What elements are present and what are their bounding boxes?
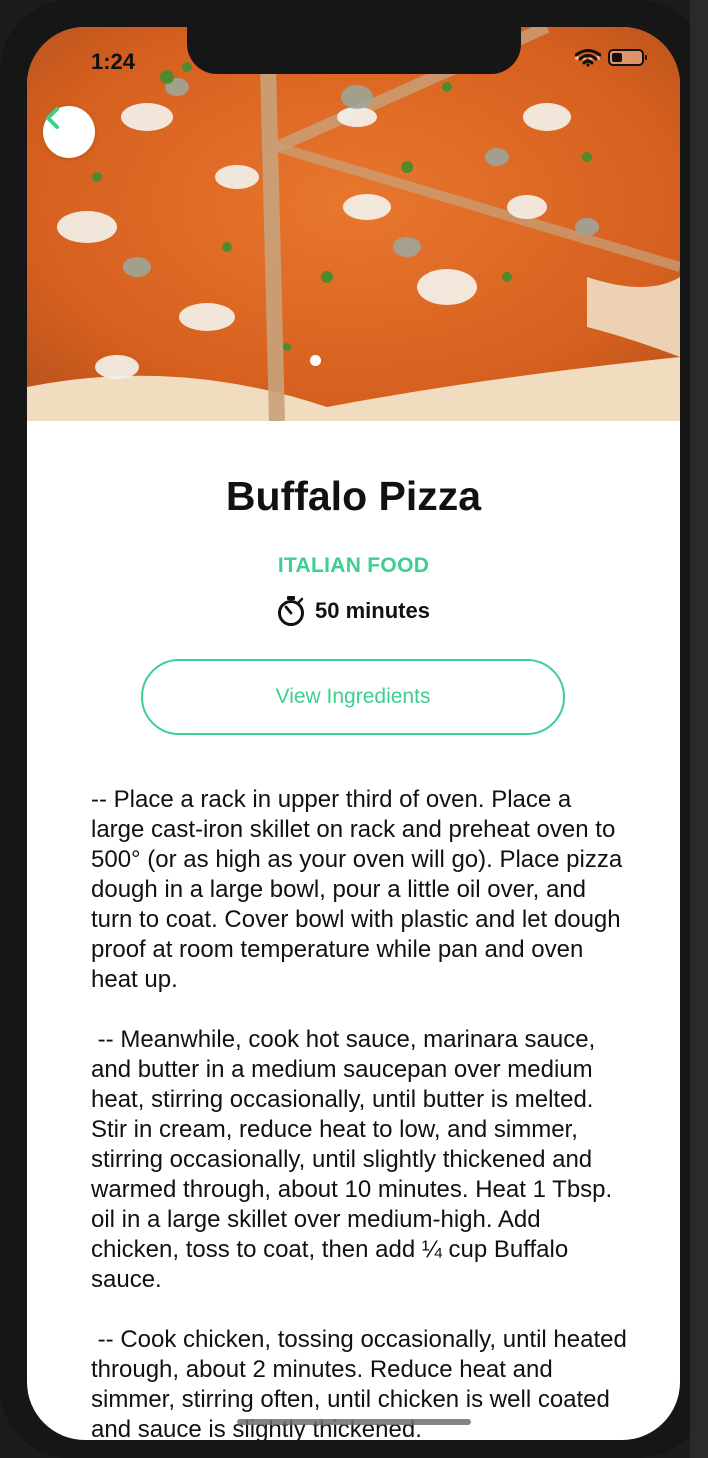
hero-image[interactable]: 1:24 [27, 27, 680, 421]
cook-time-label: 50 minutes [315, 598, 430, 623]
recipe-instructions: -- Place a rack in upper third of oven. … [91, 786, 627, 1440]
recipe-category: ITALIAN FOOD [277, 554, 430, 577]
stopwatch-icon [278, 596, 305, 626]
notch [187, 27, 521, 74]
recipe-title: Buffalo Pizza [225, 473, 482, 519]
battery-icon [608, 49, 647, 66]
chevron-left-icon [46, 107, 59, 129]
wifi-icon [575, 49, 601, 67]
device-edge [690, 0, 708, 1458]
back-button[interactable] [43, 106, 95, 158]
status-time: 1:24 [91, 49, 136, 74]
status-icons [575, 49, 647, 67]
cook-time: 50 minutes [27, 595, 680, 627]
page-indicator-dot[interactable] [310, 355, 321, 366]
pizza-photo [27, 27, 680, 421]
home-indicator[interactable] [237, 1419, 471, 1425]
view-ingredients-button[interactable]: View Ingredients [141, 659, 565, 735]
screen: 1:24 Buffalo Pizza ITALIAN FOOD 50 minut… [27, 27, 680, 1440]
